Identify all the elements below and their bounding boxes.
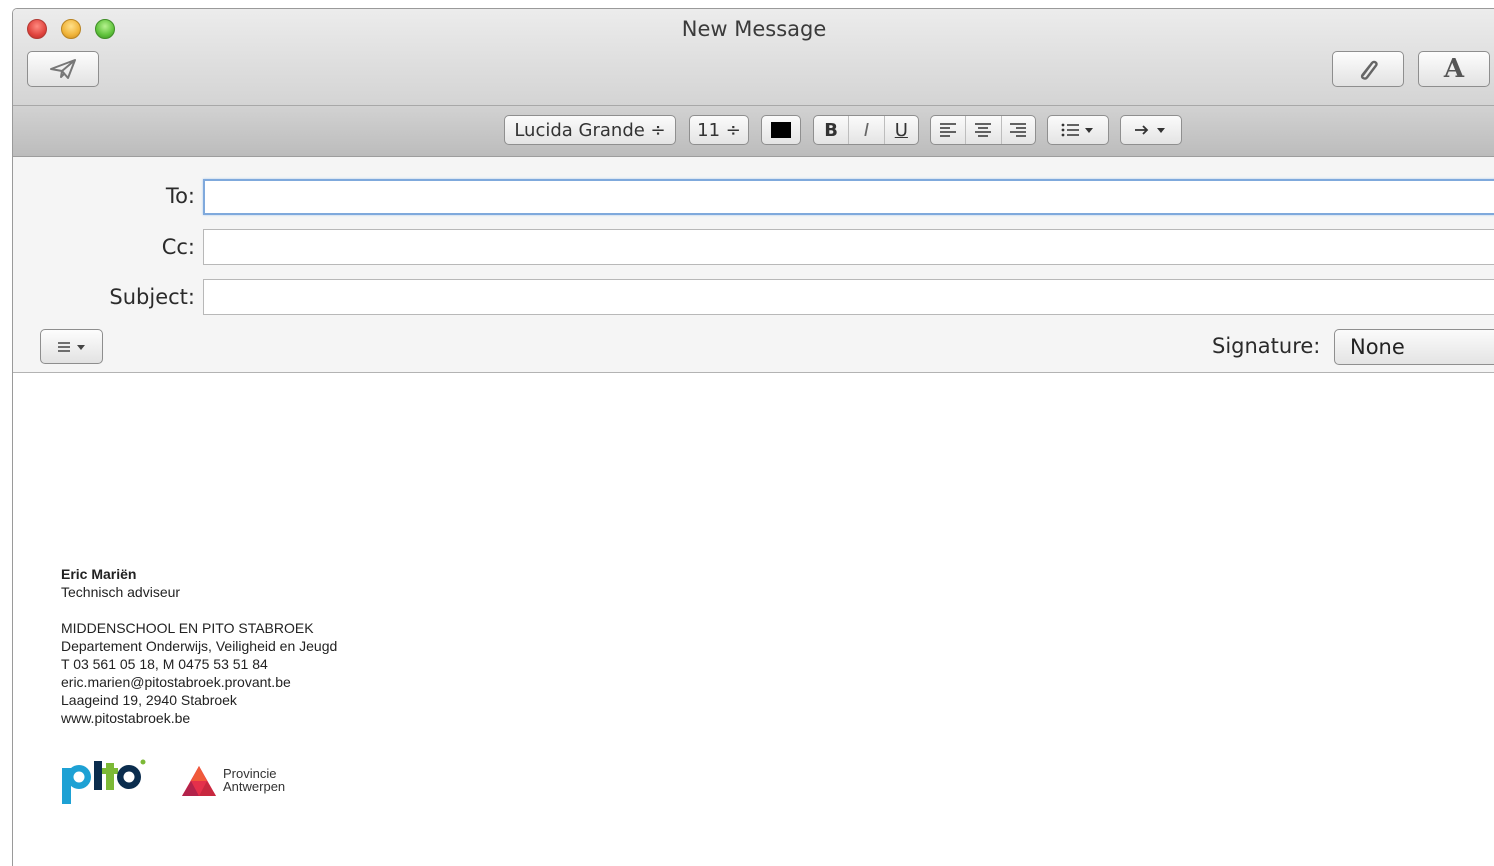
subject-label: Subject: xyxy=(109,285,195,309)
mail-compose-window: New Message A Lucida Grande ÷ 11 ÷ B I U xyxy=(12,8,1494,866)
to-label: To: xyxy=(165,184,195,208)
sig-name: Eric Mariën xyxy=(61,566,137,582)
italic-button[interactable]: I xyxy=(849,116,885,144)
sig-phone: T 03 561 05 18, M 0475 53 51 84 xyxy=(61,656,268,672)
subject-field[interactable] xyxy=(203,279,1494,315)
font-family-select[interactable]: Lucida Grande ÷ xyxy=(504,115,676,145)
signature-block: Eric Mariën Technisch adviseur MIDDENSCH… xyxy=(61,565,337,815)
sig-address: Laageind 19, 2940 Stabroek xyxy=(61,692,237,708)
cc-field[interactable] xyxy=(203,229,1494,265)
message-header: To: Cc: Subject: Signature: None xyxy=(13,157,1494,373)
attach-button[interactable] xyxy=(1332,51,1404,87)
to-field[interactable] xyxy=(203,179,1494,215)
to-input[interactable] xyxy=(205,181,1494,213)
sig-email: eric.marien@pitostabroek.provant.be xyxy=(61,674,291,690)
alignment-group xyxy=(930,115,1036,145)
send-button[interactable] xyxy=(27,51,99,87)
color-swatch-icon xyxy=(771,122,791,138)
font-icon: A xyxy=(1443,54,1465,84)
subject-input[interactable] xyxy=(204,280,1494,314)
bullet-list-icon xyxy=(1061,123,1093,137)
indent-menu[interactable] xyxy=(1120,115,1182,145)
align-left-button[interactable] xyxy=(931,116,967,144)
window-title: New Message xyxy=(681,17,827,41)
align-right-button[interactable] xyxy=(1002,116,1035,144)
align-left-icon xyxy=(940,123,957,137)
signature-label: Signature: xyxy=(1212,334,1321,358)
sig-logos: Provincie Antwerpen xyxy=(61,755,337,815)
sig-school: MIDDENSCHOOL EN PITO STABROEK xyxy=(61,620,314,636)
indent-arrow-icon xyxy=(1135,125,1165,135)
sig-website: www.pitostabroek.be xyxy=(61,710,191,726)
align-right-icon xyxy=(1010,123,1027,137)
signature-select[interactable]: None xyxy=(1334,329,1494,365)
sig-role: Technisch adviseur xyxy=(61,584,181,600)
cc-label: Cc: xyxy=(161,235,195,259)
paper-plane-icon xyxy=(50,59,76,79)
header-options-menu[interactable] xyxy=(40,329,103,364)
text-style-group: B I U xyxy=(813,115,919,145)
sig-department: Departement Onderwijs, Veiligheid en Jeu… xyxy=(61,638,338,654)
fonts-button[interactable]: A xyxy=(1418,51,1490,87)
title-bar: New Message A xyxy=(13,9,1494,106)
signature-value: None xyxy=(1350,335,1405,359)
bold-button[interactable]: B xyxy=(814,116,850,144)
text-color-button[interactable] xyxy=(761,115,801,145)
pito-logo xyxy=(61,755,147,809)
underline-button[interactable]: U xyxy=(885,116,918,144)
align-center-button[interactable] xyxy=(966,116,1002,144)
paperclip-icon xyxy=(1360,60,1378,80)
cc-input[interactable] xyxy=(204,230,1494,264)
message-body[interactable]: Eric Mariën Technisch adviseur MIDDENSCH… xyxy=(13,373,1494,866)
align-center-icon xyxy=(975,123,992,137)
antwerpen-text: Antwerpen xyxy=(223,779,286,794)
list-style-menu[interactable] xyxy=(1047,115,1109,145)
format-bar: Lucida Grande ÷ 11 ÷ B I U xyxy=(13,106,1494,157)
provincie-antwerpen-logo: Provincie Antwerpen xyxy=(181,765,311,801)
font-size-select[interactable]: 11 ÷ xyxy=(689,115,749,145)
menu-lines-icon xyxy=(57,341,85,352)
